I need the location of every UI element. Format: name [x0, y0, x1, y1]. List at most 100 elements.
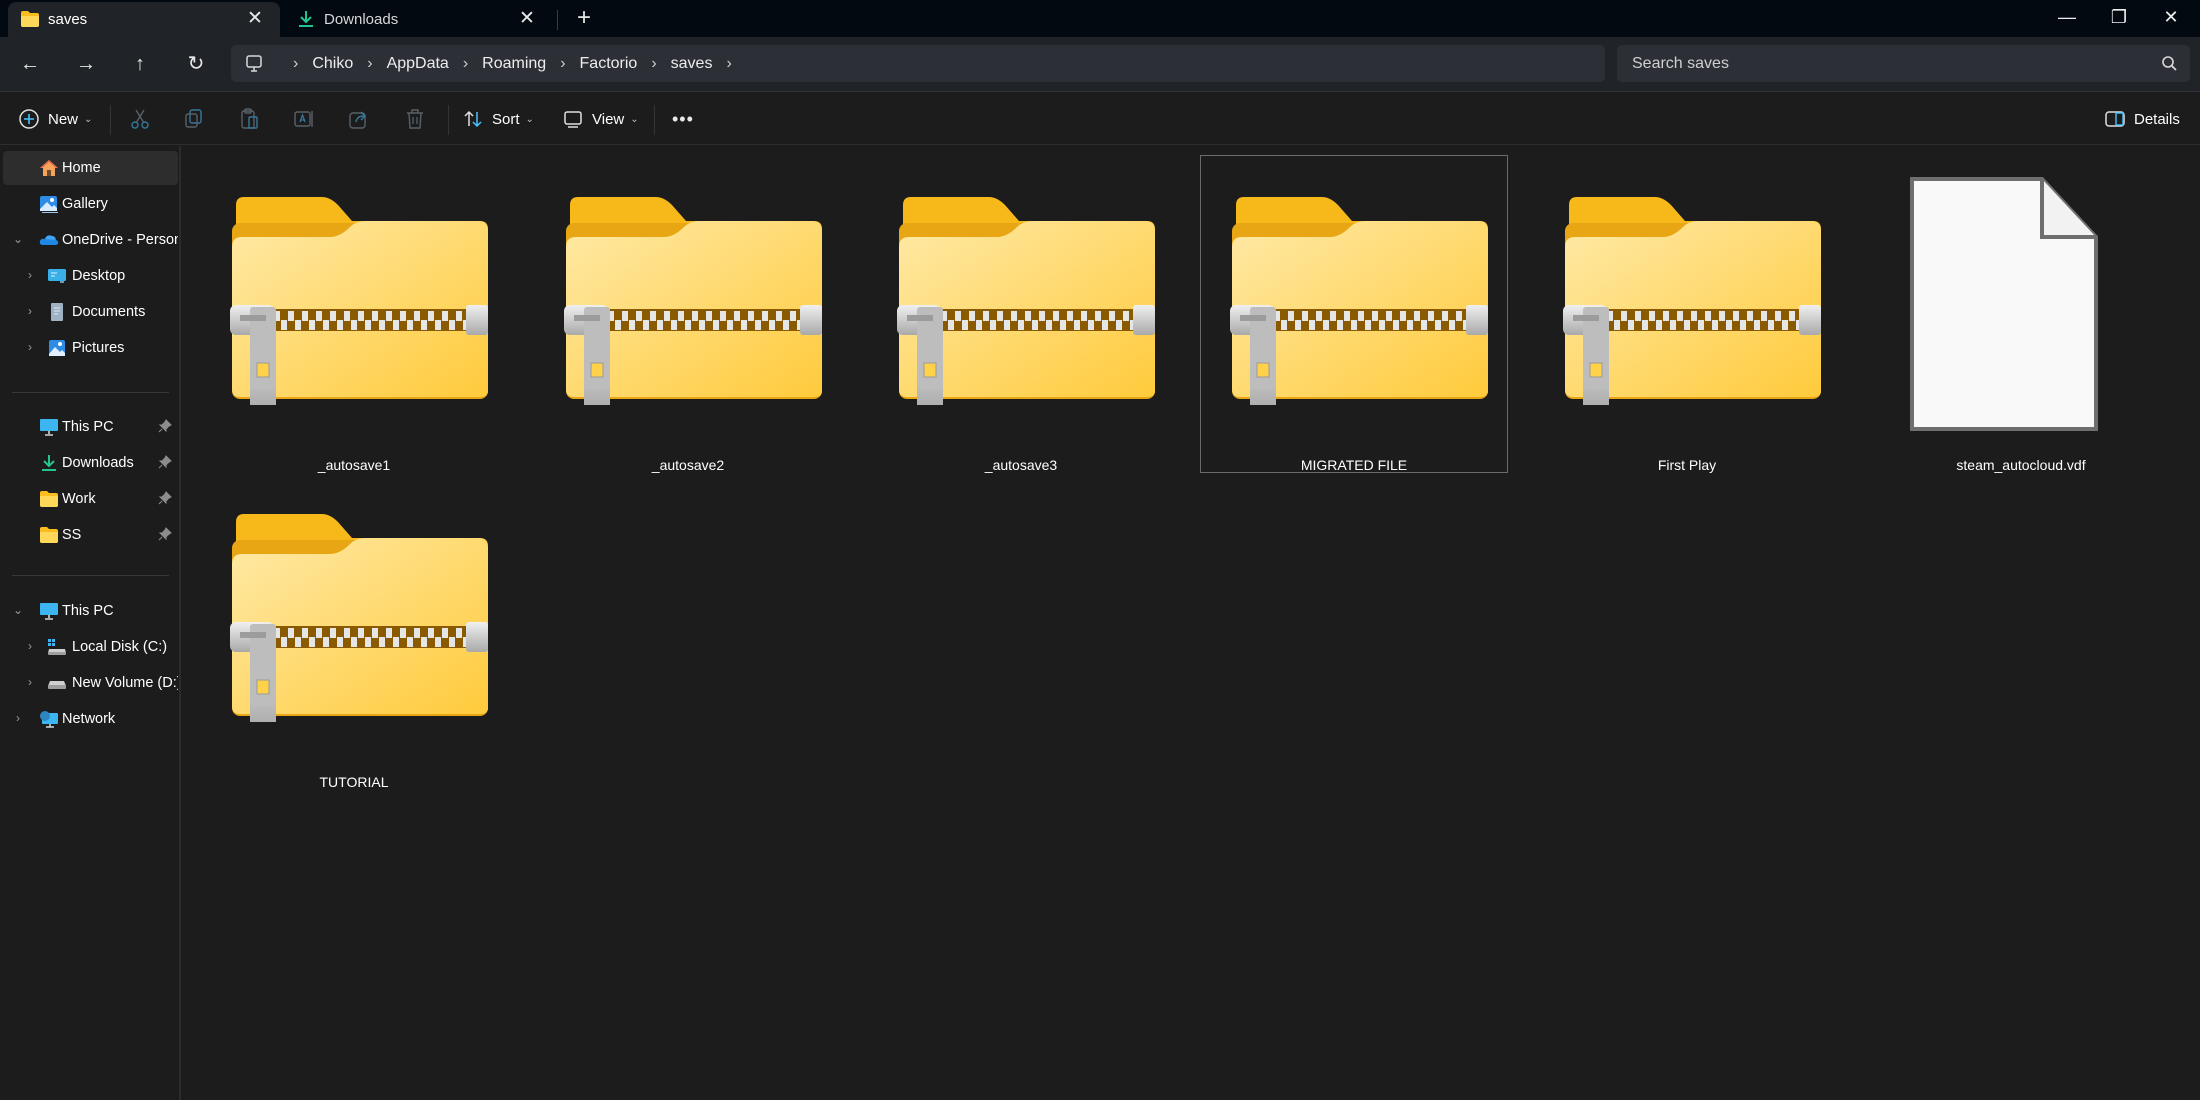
sidebar-label: This PC	[62, 603, 114, 619]
view-icon	[564, 111, 582, 128]
title-bar: saves ✕ Downloads ✕ + — ❐ ✕	[0, 0, 2200, 37]
sidebar-label: SS	[62, 527, 82, 543]
pin-icon[interactable]	[158, 527, 172, 541]
plus-circle-icon	[19, 109, 39, 129]
delete-icon[interactable]	[403, 107, 427, 131]
chevron-right-icon[interactable]: ›	[651, 55, 656, 73]
file-name: TUTORIAL	[319, 774, 389, 790]
chevron-down-icon: ⌄	[630, 113, 639, 125]
home-icon	[40, 160, 58, 176]
network-icon	[40, 711, 58, 728]
chevron-right-icon[interactable]: ›	[23, 675, 37, 689]
download-icon	[299, 11, 313, 27]
rename-icon[interactable]	[292, 107, 316, 131]
breadcrumb-saves[interactable]: saves	[671, 55, 713, 73]
back-button[interactable]: ←	[12, 49, 48, 79]
file-item-migrated-file[interactable]: MIGRATED FILE	[1200, 155, 1508, 473]
breadcrumb-appdata[interactable]: AppData	[387, 55, 449, 73]
close-window-button[interactable]: ✕	[2148, 0, 2194, 34]
download-icon	[42, 455, 56, 471]
chevron-right-icon[interactable]: ›	[726, 55, 731, 73]
maximize-button[interactable]: ❐	[2096, 0, 2142, 34]
pin-icon[interactable]	[158, 419, 172, 433]
forward-button[interactable]: →	[68, 49, 104, 79]
file-item-first-play[interactable]: First Play	[1533, 155, 1841, 473]
chevron-right-icon[interactable]: ›	[560, 55, 565, 73]
file-item-autosave3[interactable]: _autosave3	[867, 155, 1175, 473]
chevron-right-icon[interactable]: ›	[23, 639, 37, 653]
chevron-right-icon[interactable]: ›	[367, 55, 372, 73]
breadcrumb-chiko[interactable]: Chiko	[312, 55, 353, 73]
sidebar-item-work[interactable]: Work	[3, 482, 178, 516]
breadcrumb: › Chiko › AppData › Roaming › Factorio ›…	[279, 45, 746, 82]
documents-icon	[51, 303, 63, 321]
search-icon[interactable]	[2161, 55, 2178, 72]
desktop-icon	[48, 269, 66, 283]
file-item-autosave2[interactable]: _autosave2	[534, 155, 842, 473]
sidebar-item-gallery[interactable]: Gallery	[3, 187, 178, 221]
pin-icon[interactable]	[158, 491, 172, 505]
sidebar-item-new-volume-d[interactable]: › New Volume (D:)	[3, 666, 178, 700]
new-tab-button[interactable]: +	[571, 5, 597, 31]
new-button[interactable]: New ⌄	[18, 103, 92, 135]
folder-icon	[40, 491, 58, 507]
search-box[interactable]	[1617, 45, 2190, 82]
chevron-down-icon[interactable]: ⌄	[11, 232, 25, 246]
search-input[interactable]	[1632, 45, 2132, 82]
more-options-button[interactable]: •••	[672, 103, 694, 135]
file-item-autosave1[interactable]: _autosave1	[200, 155, 508, 473]
chevron-down-icon[interactable]: ⌄	[11, 603, 25, 617]
address-bar[interactable]: › Chiko › AppData › Roaming › Factorio ›…	[231, 45, 1605, 82]
file-item-tutorial[interactable]: TUTORIAL	[200, 472, 508, 790]
sidebar-item-this-pc-pinned[interactable]: This PC	[3, 410, 178, 444]
sidebar-item-network[interactable]: › Network	[3, 702, 178, 736]
chevron-right-icon[interactable]: ›	[11, 711, 25, 725]
zip-folder-icon	[230, 195, 490, 405]
tab-downloads[interactable]: Downloads ✕	[284, 2, 552, 37]
sidebar-item-documents[interactable]: › Documents	[3, 295, 178, 329]
paste-icon[interactable]	[237, 107, 261, 131]
pin-icon[interactable]	[158, 455, 172, 469]
navigation-bar: ← → ↑ ↻ › Chiko › AppData › Roaming › Fa…	[0, 37, 2200, 92]
copy-icon[interactable]	[182, 107, 206, 131]
tab-separator	[557, 10, 558, 30]
monitor-icon	[40, 419, 58, 436]
close-tab-button[interactable]: ✕	[516, 8, 538, 30]
minimize-button[interactable]: —	[2044, 0, 2090, 34]
file-item-steam-autocloud[interactable]: steam_autocloud.vdf	[1867, 155, 2175, 473]
refresh-button[interactable]: ↻	[178, 49, 214, 79]
sort-icon	[464, 110, 482, 128]
sidebar-item-local-disk-c[interactable]: › Local Disk (C:)	[3, 630, 178, 664]
sidebar-item-desktop[interactable]: › Desktop	[3, 259, 178, 293]
up-button[interactable]: ↑	[122, 49, 158, 79]
sidebar-item-home[interactable]: Home	[3, 151, 178, 185]
sidebar-item-ss[interactable]: SS	[3, 518, 178, 552]
file-name: First Play	[1657, 457, 1717, 473]
tab-saves[interactable]: saves ✕	[8, 2, 280, 37]
cut-icon[interactable]	[128, 107, 152, 131]
sidebar-item-this-pc[interactable]: ⌄ This PC	[3, 594, 178, 628]
divider	[654, 105, 655, 135]
sidebar-item-downloads[interactable]: Downloads	[3, 446, 178, 480]
chevron-right-icon[interactable]: ›	[463, 55, 468, 73]
chevron-right-icon[interactable]: ›	[23, 268, 37, 282]
divider	[448, 105, 449, 135]
gallery-icon	[40, 196, 58, 213]
details-pane-button[interactable]: Details	[2104, 103, 2180, 135]
file-icon	[1910, 177, 2098, 431]
sort-button[interactable]: Sort ⌄	[462, 103, 534, 135]
breadcrumb-factorio[interactable]: Factorio	[580, 55, 638, 73]
monitor-icon	[40, 603, 58, 620]
zip-folder-icon	[1563, 195, 1823, 405]
file-view: _autosave1 _autosave2 _autosave3 MIGRATE…	[183, 146, 2200, 1100]
drive-icon	[48, 681, 66, 689]
close-tab-button[interactable]: ✕	[244, 8, 266, 30]
sidebar-item-onedrive[interactable]: ⌄ OneDrive - Personal	[3, 223, 178, 257]
sidebar-item-pictures[interactable]: › Pictures	[3, 331, 178, 365]
sidebar-label: Desktop	[72, 268, 126, 284]
view-button[interactable]: View ⌄	[562, 103, 639, 135]
chevron-right-icon[interactable]: ›	[23, 340, 37, 354]
share-icon[interactable]	[347, 107, 371, 131]
chevron-right-icon[interactable]: ›	[23, 304, 37, 318]
breadcrumb-roaming[interactable]: Roaming	[482, 55, 546, 73]
